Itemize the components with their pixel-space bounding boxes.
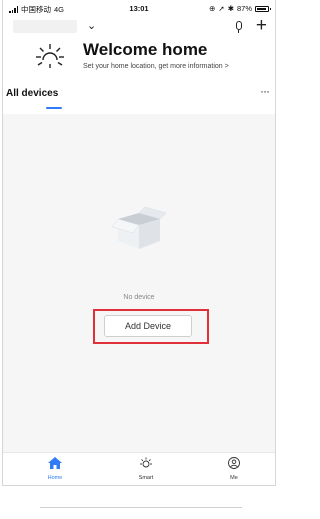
chevron-right-icon: > — [224, 63, 229, 70]
empty-message: No device — [123, 294, 155, 301]
nav-item-home[interactable]: Home — [30, 456, 80, 481]
add-icon[interactable]: + — [256, 16, 267, 35]
divider — [40, 507, 242, 508]
status-bar: 中国移动 4G 13:01 ⊕ ➚ ✱ 87% — [3, 0, 275, 16]
welcome-subtitle-text: Set your home location, get more informa… — [83, 63, 223, 70]
battery-percent: 87% — [236, 4, 252, 13]
top-bar: ⌄ + — [3, 16, 275, 38]
device-list-empty: No device Add Device — [3, 114, 275, 454]
tab-active-indicator — [46, 107, 62, 109]
arrow-icon: ➚ — [218, 4, 225, 13]
welcome-banner[interactable]: Welcome home Set your home location, get… — [3, 38, 275, 84]
nav-item-smart[interactable]: Smart — [121, 456, 171, 481]
user-icon — [228, 457, 240, 469]
nav-item-me[interactable]: Me — [209, 456, 259, 481]
status-right: ⊕ ➚ ✱ 87% — [209, 4, 271, 13]
empty-box-icon — [112, 207, 166, 249]
add-device-button[interactable]: Add Device — [104, 315, 192, 337]
home-icon — [48, 457, 62, 469]
sun-icon — [36, 44, 64, 68]
welcome-title: Welcome home — [83, 40, 208, 59]
battery-icon — [255, 5, 271, 12]
home-name-selector[interactable] — [13, 20, 77, 33]
more-icon[interactable]: ··· — [260, 84, 270, 98]
nav-label-home: Home — [47, 475, 63, 481]
device-tabs: All devices ··· — [3, 84, 275, 114]
sun-icon — [140, 457, 152, 468]
welcome-subtitle: Set your home location, get more informa… — [83, 63, 229, 70]
nav-label-me: Me — [230, 475, 238, 481]
bottom-nav: Home Smart Me — [3, 452, 275, 485]
chevron-down-icon[interactable]: ⌄ — [87, 19, 96, 32]
microphone-icon[interactable] — [236, 21, 242, 33]
tab-all-devices[interactable]: All devices — [6, 88, 58, 99]
location-icon: ⊕ — [209, 4, 216, 13]
phone-screen: 中国移动 4G 13:01 ⊕ ➚ ✱ 87% ⌄ + Welcome home… — [2, 0, 276, 486]
nav-label-smart: Smart — [138, 475, 154, 481]
bluetooth-icon: ✱ — [227, 4, 234, 13]
